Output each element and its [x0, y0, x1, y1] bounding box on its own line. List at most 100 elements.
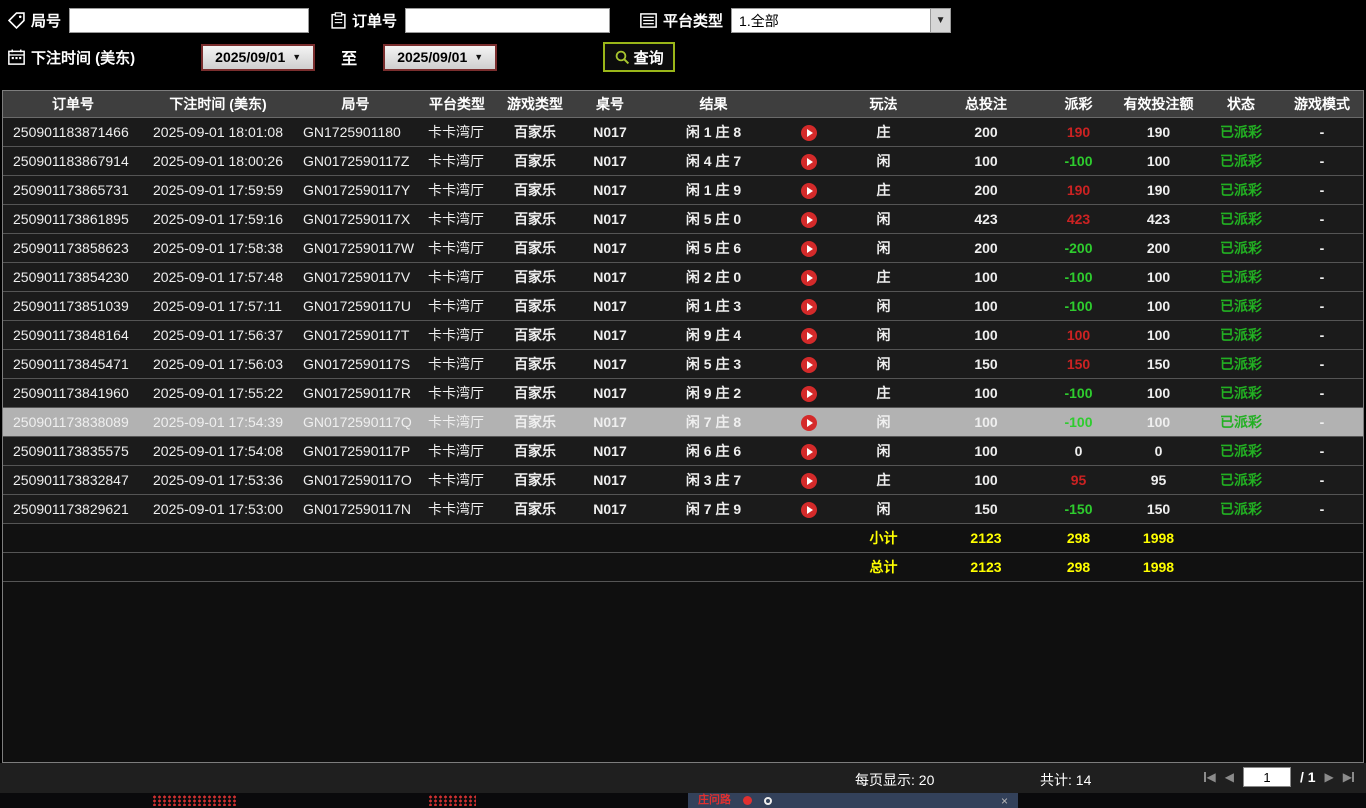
cell-order: 250901173838089: [13, 414, 129, 430]
play-icon[interactable]: [800, 298, 817, 315]
play-icon[interactable]: [800, 153, 817, 170]
chevron-down-icon: ▼: [474, 52, 484, 62]
date-from-button[interactable]: 2025/09/01 ▼: [201, 43, 316, 71]
cell-payout: -100: [1064, 269, 1093, 285]
play-icon[interactable]: [800, 269, 817, 286]
table-row[interactable]: 250901173858623 2025-09-01 17:58:38 GN0172…: [3, 234, 1363, 263]
play-icon[interactable]: [800, 414, 817, 431]
cell-round: GN0172590117Z: [303, 153, 410, 169]
cell-total-bet: 150: [974, 356, 998, 372]
play-icon[interactable]: [800, 211, 817, 228]
cell-total-bet: 150: [974, 501, 998, 517]
table-row[interactable]: 250901173829621 2025-09-01 17:53:00 GN0172…: [3, 495, 1363, 524]
cell-game: 百家乐: [514, 327, 556, 343]
cell-time: 2025-09-01 17:58:38: [153, 240, 283, 256]
table-row[interactable]: 250901173845471 2025-09-01 17:56:03 GN0172…: [3, 350, 1363, 379]
table-row[interactable]: 250901173848164 2025-09-01 17:56:37 GN0172…: [3, 321, 1363, 350]
play-icon[interactable]: [800, 385, 817, 402]
cell-platform: 卡卡湾厅: [428, 124, 484, 140]
play-icon[interactable]: [800, 327, 817, 344]
cell-payout: 190: [1066, 182, 1091, 198]
cell-game: 百家乐: [514, 356, 556, 372]
cell-status: 已派彩: [1220, 240, 1262, 256]
filter-row-1: 局号 订单号 平台类型 1.全部 ▼: [8, 8, 952, 33]
cell-order: 250901173845471: [13, 356, 129, 372]
platform-select[interactable]: 1.全部 ▼: [731, 8, 952, 33]
subtotal-valid-bet: 1998: [1142, 530, 1175, 546]
first-page-icon[interactable]: ◀: [1204, 770, 1216, 784]
play-icon[interactable]: [800, 182, 817, 199]
clipboard-icon: [331, 12, 346, 29]
cell-replay: [781, 384, 836, 402]
table-row[interactable]: 250901173854230 2025-09-01 17:57:48 GN0172…: [3, 263, 1363, 292]
table-row[interactable]: 250901173865731 2025-09-01 17:59:59 GN0172…: [3, 176, 1363, 205]
table-row[interactable]: 250901173838089 2025-09-01 17:54:39 GN0172…: [3, 408, 1363, 437]
cell-game: 百家乐: [514, 414, 556, 430]
cell-mode: -: [1319, 240, 1325, 256]
cell-result: 闲 7 庄 9: [685, 501, 742, 517]
table-row[interactable]: 250901173835575 2025-09-01 17:54:08 GN0172…: [3, 437, 1363, 466]
query-button[interactable]: 查询: [603, 42, 676, 72]
cell-mode: -: [1319, 327, 1325, 343]
play-icon[interactable]: [800, 501, 817, 518]
cell-play: 闲: [876, 356, 891, 372]
last-page-icon[interactable]: ▶: [1343, 770, 1354, 784]
cell-order: 250901173832847: [13, 472, 129, 488]
cell-game: 百家乐: [514, 269, 556, 285]
table-body: 250901183871466 2025-09-01 18:01:08 GN1725…: [3, 118, 1363, 524]
cell-mode: -: [1319, 124, 1325, 140]
cell-table-no: N017: [593, 327, 627, 343]
cell-round: GN0172590117R: [303, 385, 411, 401]
cell-round: GN1725901180: [303, 124, 401, 140]
query-button-label: 查询: [633, 49, 664, 67]
cell-total-bet: 200: [974, 124, 998, 140]
roadmap-dots: [152, 795, 238, 806]
play-icon[interactable]: [800, 472, 817, 489]
date-to-button[interactable]: 2025/09/01 ▼: [383, 43, 498, 71]
cell-valid-bet: 100: [1146, 327, 1171, 343]
round-label: 局号: [31, 13, 62, 30]
magnifier-icon: [615, 50, 630, 65]
cell-total-bet: 200: [974, 182, 998, 198]
cell-play: 闲: [876, 327, 891, 343]
cell-total-bet: 100: [974, 472, 998, 488]
cell-replay: [781, 413, 836, 431]
cell-replay: [781, 297, 836, 315]
table-row[interactable]: 250901183871466 2025-09-01 18:01:08 GN1725…: [3, 118, 1363, 147]
red-dot-icon: [743, 796, 752, 805]
cell-result: 闲 5 庄 0: [685, 211, 742, 227]
play-icon[interactable]: [800, 240, 817, 257]
table-row[interactable]: 250901183867914 2025-09-01 18:00:26 GN0172…: [3, 147, 1363, 176]
platform-select-value: 1.全部: [739, 12, 779, 29]
cell-game: 百家乐: [514, 385, 556, 401]
cell-round: GN0172590117T: [303, 327, 410, 343]
cell-mode: -: [1319, 356, 1325, 372]
cell-payout: 100: [1066, 327, 1091, 343]
cell-payout: 190: [1066, 124, 1091, 140]
table-row[interactable]: 250901173851039 2025-09-01 17:57:11 GN0172…: [3, 292, 1363, 321]
play-icon[interactable]: [800, 356, 817, 373]
round-input[interactable]: [69, 8, 310, 33]
cell-table-no: N017: [593, 298, 627, 314]
cell-order: 250901173835575: [13, 443, 129, 459]
cell-result: 闲 6 庄 6: [685, 443, 742, 459]
table-row[interactable]: 250901173841960 2025-09-01 17:55:22 GN0172…: [3, 379, 1363, 408]
cell-table-no: N017: [593, 240, 627, 256]
cell-platform: 卡卡湾厅: [428, 240, 484, 256]
prev-page-icon[interactable]: ◀: [1225, 770, 1234, 784]
cell-valid-bet: 100: [1146, 414, 1171, 430]
play-icon[interactable]: [800, 124, 817, 141]
table-row[interactable]: 250901173832847 2025-09-01 17:53:36 GN0172…: [3, 466, 1363, 495]
column-header: 桌号: [596, 96, 624, 112]
calendar-icon: [8, 49, 25, 65]
page-input[interactable]: [1242, 767, 1291, 787]
cell-replay: [781, 181, 836, 199]
table-row[interactable]: 250901173861895 2025-09-01 17:59:16 GN0172…: [3, 205, 1363, 234]
cell-play: 庄: [876, 472, 891, 488]
table-header-row: 订单号 下注时间 (美东) 局号 平台类型 游戏类型 桌号 结果 玩法 总投注 派彩 有效投注额 状态…: [3, 91, 1363, 118]
next-page-icon[interactable]: ▶: [1325, 770, 1334, 784]
cell-status: 已派彩: [1220, 356, 1262, 372]
platform-type-label: 平台类型: [663, 13, 724, 30]
play-icon[interactable]: [800, 443, 817, 460]
order-input[interactable]: [405, 8, 611, 33]
